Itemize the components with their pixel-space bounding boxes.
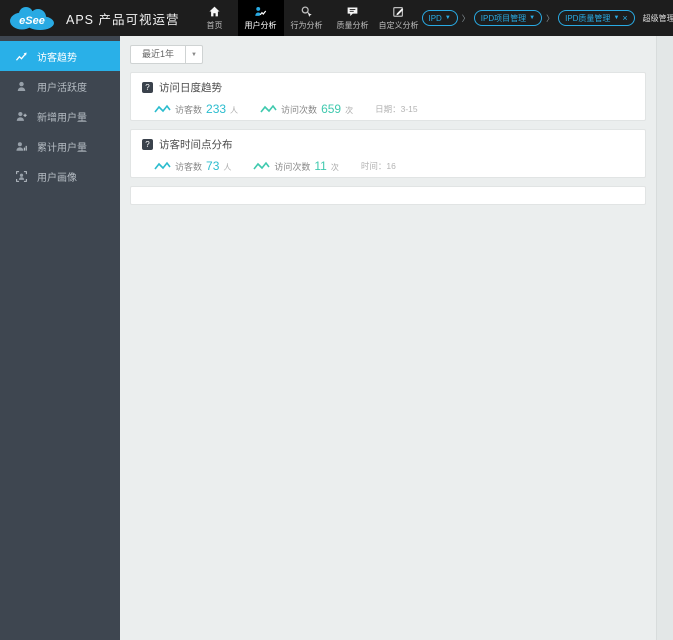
legend-label: 访问次数 xyxy=(274,162,311,172)
app-shell: 访客趋势用户活跃度新增用户量累计用户量用户画像 最近1年 ▼ ? 访问日度趋势 … xyxy=(0,36,673,640)
zigzag-line-icon xyxy=(154,104,171,113)
region-table-card xyxy=(130,186,646,205)
help-icon[interactable]: ? xyxy=(142,139,153,150)
nav-item-label: 行为分析 xyxy=(290,21,323,30)
behavior-icon xyxy=(301,6,312,17)
custom-analytics-icon xyxy=(393,6,404,17)
chevron-down-icon[interactable]: ▼ xyxy=(529,15,535,21)
filter-pill-label: IPD项目管理 xyxy=(480,13,527,23)
user-analytics-icon xyxy=(255,6,267,16)
daily-trend-title: 访问日度趋势 xyxy=(159,82,222,94)
nav-item-user-analytics[interactable]: 用户分析 xyxy=(237,0,284,36)
filter-pill[interactable]: IPD质量管理 ▼ × xyxy=(558,10,635,26)
legend-item[interactable]: 访客数 73 人 xyxy=(154,159,231,173)
legend-unit: 人 xyxy=(230,106,239,115)
filter-pill[interactable]: IPD ▼ xyxy=(421,10,458,26)
nav-item-label: 质量分析 xyxy=(336,21,369,30)
filter-breadcrumb: IPD ▼ 〉 IPD项目管理 ▼ 〉 IPD质量管理 ▼ × xyxy=(421,10,635,26)
sidebar-item-label: 累计用户量 xyxy=(37,142,87,154)
sidebar-item-user-portrait[interactable]: 用户画像 xyxy=(0,161,120,191)
legend-value: 73 xyxy=(206,159,220,173)
zigzag-line-icon xyxy=(260,104,277,113)
legend-label: 访问次数 xyxy=(281,105,318,115)
nav-item-home[interactable]: 首页 xyxy=(192,0,238,36)
legend-item[interactable]: 访问次数 11 次 xyxy=(253,159,339,173)
nav-item-behavior[interactable]: 行为分析 xyxy=(284,0,330,36)
user-role-label: 超级管理员 xyxy=(642,13,673,23)
daily-trend-card: ? 访问日度趋势 访客数 233 人 访问次数 659 次 日期：3-15 xyxy=(130,72,646,121)
legend-unit: 次 xyxy=(330,163,339,172)
filter-pill[interactable]: IPD项目管理 ▼ xyxy=(473,10,543,26)
zigzag-line-icon xyxy=(253,161,271,170)
topbar-right: IPD▼〉IPD项目管理▼〉IPD质量管理▼× 超级管理员 xyxy=(421,10,673,26)
quality-icon xyxy=(347,7,358,17)
total-users-icon xyxy=(16,141,27,151)
legend-value: 659 xyxy=(321,102,342,116)
chevron-down-icon[interactable]: ▼ xyxy=(613,15,619,21)
date-range-label[interactable]: 最近1年 xyxy=(130,45,187,64)
sidebar-item-label: 访客趋势 xyxy=(37,52,77,64)
svg-text:eSee: eSee xyxy=(19,15,45,27)
nav-item-label: 自定义分析 xyxy=(378,21,419,30)
breadcrumb-separator: 〉 xyxy=(461,13,470,23)
topbar: eSee APS 产品可视运营 首页 用户分析 行为分析 质量分析 自定义分析 IPD ▼… xyxy=(0,0,673,36)
hourly-distribution-card: ? 访客时间点分布 访客数 73 人 访问次数 11 次 时间：16 xyxy=(130,129,646,178)
app-title: APS 产品可视运营 xyxy=(66,12,180,27)
esee-logo[interactable]: eSee xyxy=(0,5,62,31)
legend-label: 访客数 xyxy=(175,105,203,115)
main-content: 最近1年 ▼ ? 访问日度趋势 访客数 233 人 访问次数 659 次 日期：3… xyxy=(120,36,656,640)
sidebar-item-new-user[interactable]: 新增用户量 xyxy=(0,101,120,131)
hover-info-label: 时间：16 xyxy=(360,161,396,171)
trend-icon xyxy=(15,51,27,61)
breadcrumb-separator: 〉 xyxy=(546,13,555,23)
new-user-icon xyxy=(16,111,27,121)
legend-value: 233 xyxy=(206,102,227,116)
nav-item-custom-analytics[interactable]: 自定义分析 xyxy=(376,0,422,36)
sidebar-item-label: 新增用户量 xyxy=(37,112,87,124)
legend-item[interactable]: 访客数 233 人 xyxy=(154,102,238,116)
filter-pill-label: IPD xyxy=(428,13,442,23)
help-icon[interactable]: ? xyxy=(142,82,153,93)
nav-item-label: 用户分析 xyxy=(244,21,277,30)
legend-unit: 次 xyxy=(345,106,354,115)
legend-unit: 人 xyxy=(223,163,232,172)
filter-pill-label: IPD质量管理 xyxy=(565,13,611,23)
hover-info-label: 日期：3-15 xyxy=(375,104,418,114)
daily-trend-legend: 访客数 233 人 访问次数 659 次 日期：3-15 xyxy=(154,102,634,116)
legend-item[interactable]: 访问次数 659 次 xyxy=(260,102,353,116)
hourly-distribution-legend: 访客数 73 人 访问次数 11 次 时间：16 xyxy=(154,159,634,173)
hourly-distribution-title: 访客时间点分布 xyxy=(159,139,233,151)
top-navigation: 首页 用户分析 行为分析 质量分析 自定义分析 xyxy=(192,0,422,36)
chevron-down-icon[interactable]: ▼ xyxy=(445,15,451,21)
sidebar-item-total-users[interactable]: 累计用户量 xyxy=(0,131,120,161)
chevron-down-icon[interactable]: ▼ xyxy=(186,45,204,64)
cloud-logo-icon: eSee xyxy=(10,7,54,30)
page-scrollbar[interactable] xyxy=(656,36,673,640)
user-portrait-icon xyxy=(16,170,27,182)
legend-label: 访客数 xyxy=(175,162,203,172)
sidebar: 访客趋势用户活跃度新增用户量累计用户量用户画像 xyxy=(0,36,120,640)
sidebar-item-trend[interactable]: 访客趋势 xyxy=(0,41,120,71)
legend-value: 11 xyxy=(314,159,327,173)
zigzag-line-icon xyxy=(154,161,171,170)
date-range-dropdown[interactable]: 最近1年 ▼ xyxy=(130,45,204,64)
nav-item-quality[interactable]: 质量分析 xyxy=(330,0,376,36)
home-icon xyxy=(209,6,220,17)
sidebar-item-active-user[interactable]: 用户活跃度 xyxy=(0,71,120,101)
close-icon[interactable]: × xyxy=(622,13,627,23)
active-user-icon xyxy=(17,81,26,91)
nav-item-label: 首页 xyxy=(206,21,223,30)
sidebar-item-label: 用户画像 xyxy=(37,172,77,184)
sidebar-item-label: 用户活跃度 xyxy=(37,82,87,94)
